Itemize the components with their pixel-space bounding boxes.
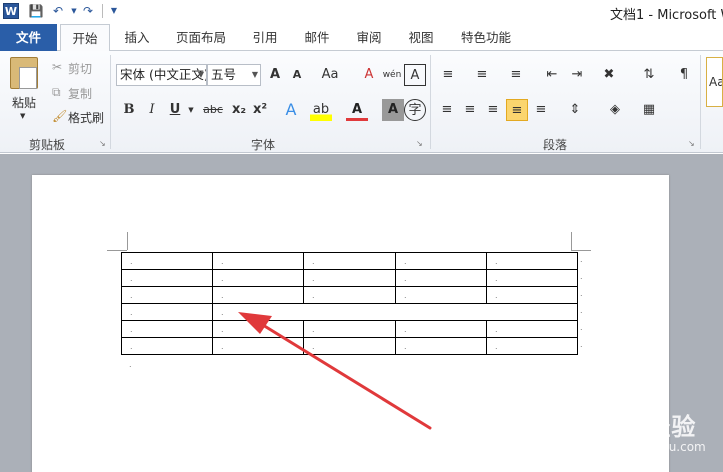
arrow-head	[238, 312, 272, 334]
baidu-watermark: Baidu 经验	[555, 413, 697, 441]
annotation-arrow	[238, 312, 432, 430]
arrow-shaft	[256, 320, 432, 430]
baidu-watermark-url: jingyan.baidu.com	[595, 440, 706, 454]
